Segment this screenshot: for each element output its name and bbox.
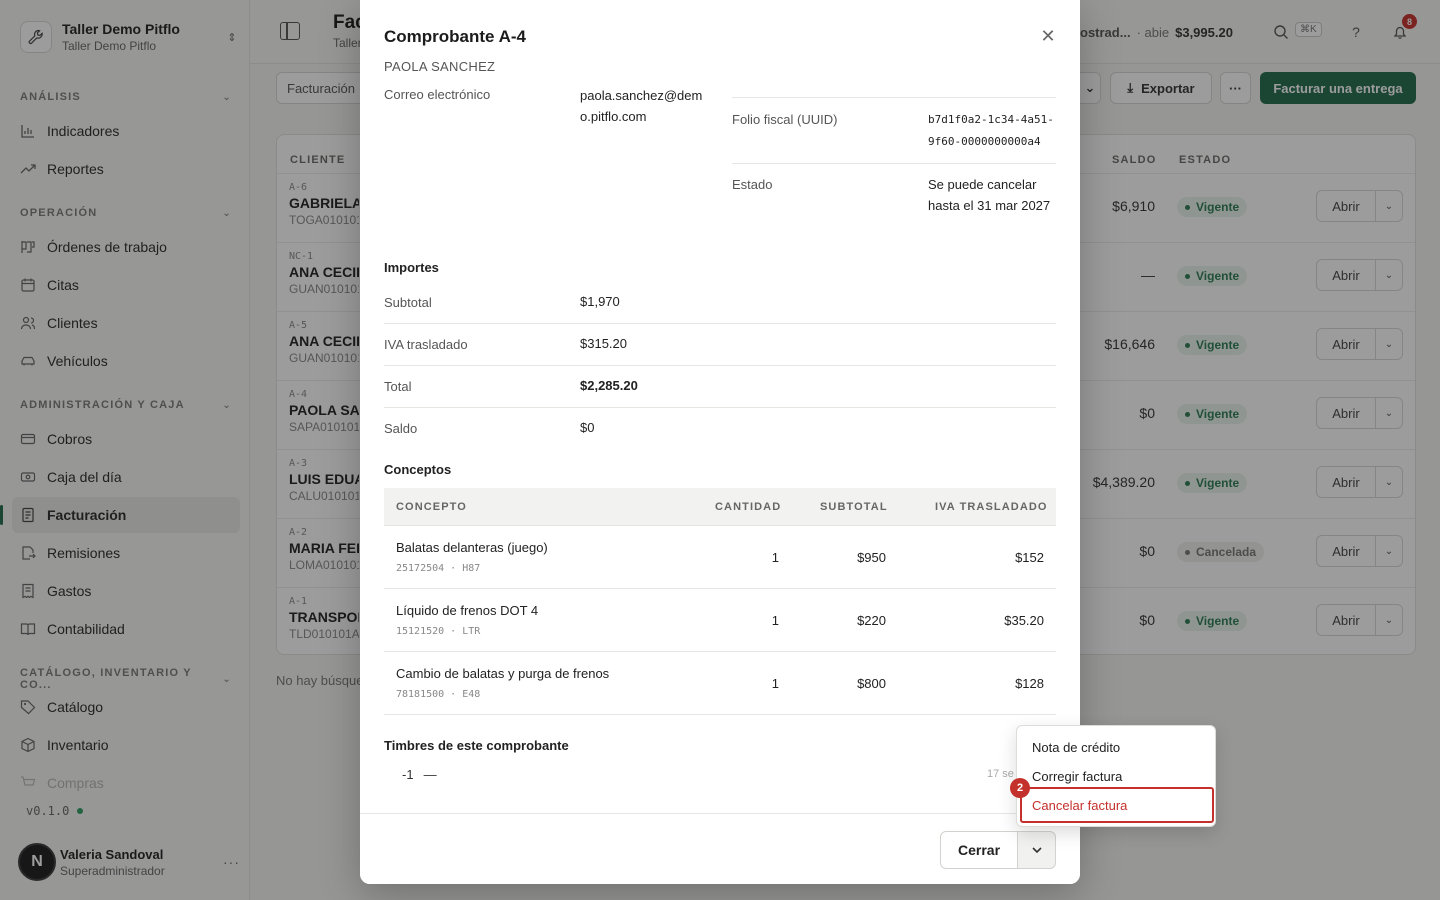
menu-item-corregir-factura[interactable]: Corregir factura (1032, 769, 1122, 784)
concepto-row: Balatas delanteras (juego) 25172504 · H87… (384, 526, 1056, 589)
concepto-code: 15121520 · LTR (396, 626, 481, 637)
importe-value: $0 (580, 420, 595, 435)
importe-label: Total (384, 379, 412, 394)
importe-value: $1,970 (580, 294, 620, 309)
concepto-subtotal: $950 (857, 550, 886, 565)
concepto-code: 25172504 · H87 (396, 563, 481, 574)
estado-value: Se puede cancelar hasta el 31 mar 2027 (928, 177, 1051, 213)
timbre-time: 17 se (987, 768, 1014, 780)
email-label: Correo electrónico (384, 87, 491, 102)
concepto-subtotal: $220 (857, 613, 886, 628)
concepto-iva: $128 (1015, 676, 1044, 691)
concepto-iva: $152 (1015, 550, 1044, 565)
modal-title: Comprobante A-4 (384, 27, 526, 46)
timbre-dash: — (423, 767, 437, 782)
col-iva: IVA TRASLADADO (935, 501, 1048, 513)
conceptos-header: CONCEPTO CANTIDAD SUBTOTAL IVA TRASLADAD… (384, 488, 1056, 526)
importe-label: Saldo (384, 421, 418, 436)
timbre-number: -1 (402, 767, 414, 782)
divider (732, 97, 1056, 98)
concepto-name: Cambio de balatas y purga de frenos (396, 666, 610, 681)
col-cantidad: CANTIDAD (715, 501, 782, 513)
uuid-value: b7d1f0a2-1c34-4a51-9f60-0000000000a4 (928, 113, 1054, 148)
importes-title: Importes (384, 260, 439, 275)
importe-label: IVA trasladado (384, 337, 468, 352)
close-button[interactable]: Cerrar (940, 831, 1018, 869)
chevron-down-icon[interactable] (1017, 831, 1056, 869)
importe-label: Subtotal (384, 295, 432, 310)
concepto-iva: $35.20 (1004, 613, 1044, 628)
importe-value: $315.20 (580, 336, 627, 351)
concepto-row: Líquido de frenos DOT 4 15121520 · LTR 1 $2… (384, 589, 1056, 652)
concepto-cantidad: 1 (771, 613, 779, 628)
timbres-title: Timbres de este comprobante (384, 738, 569, 753)
divider (384, 407, 1056, 408)
concepto-cantidad: 1 (771, 550, 779, 565)
menu-item-cancelar-factura[interactable]: Cancelar factura (1032, 798, 1127, 813)
uuid-label: Folio fiscal (UUID) (732, 112, 838, 127)
col-subtotal: SUBTOTAL (820, 501, 888, 513)
concepto-name: Líquido de frenos DOT 4 (396, 603, 539, 618)
divider (732, 163, 1056, 164)
divider (384, 365, 1056, 366)
concepto-cantidad: 1 (771, 676, 779, 691)
step-badge: 2 (1010, 778, 1030, 798)
modal-body[interactable]: Correo electrónico paola.sanchez@demo.pi… (360, 84, 1080, 813)
email-value: paola.sanchez@demo.pitflo.com (580, 88, 703, 124)
importe-value: $2,285.20 (580, 378, 638, 393)
concepto-name: Balatas delanteras (juego) (396, 540, 548, 555)
concepto-code: 78181500 · E48 (396, 689, 481, 700)
concepto-row: Cambio de balatas y purga de frenos 78181… (384, 652, 1056, 715)
modal-subtitle: PAOLA SANCHEZ (384, 59, 496, 74)
actions-menu: Nota de crédito Corregir factura Cancela… (1016, 725, 1216, 827)
close-icon[interactable]: ✕ (1038, 26, 1058, 46)
invoice-modal: Comprobante A-4 PAOLA SANCHEZ ✕ Correo e… (360, 0, 1080, 884)
estado-label: Estado (732, 177, 773, 192)
modal-footer: Cerrar (360, 813, 1080, 884)
menu-item-nota-credito[interactable]: Nota de crédito (1032, 740, 1120, 755)
conceptos-title: Conceptos (384, 462, 452, 477)
timbre-row: -1 — (402, 767, 437, 782)
col-concepto: CONCEPTO (396, 501, 467, 513)
concepto-subtotal: $800 (857, 676, 886, 691)
divider (384, 323, 1056, 324)
